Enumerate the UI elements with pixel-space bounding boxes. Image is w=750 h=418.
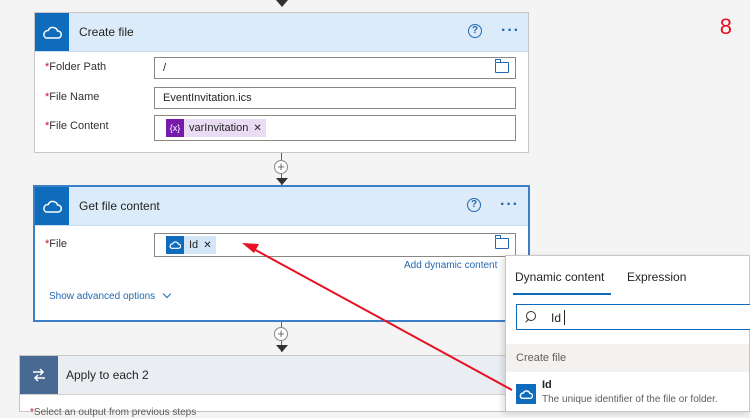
annotation-arrow bbox=[242, 243, 513, 391]
